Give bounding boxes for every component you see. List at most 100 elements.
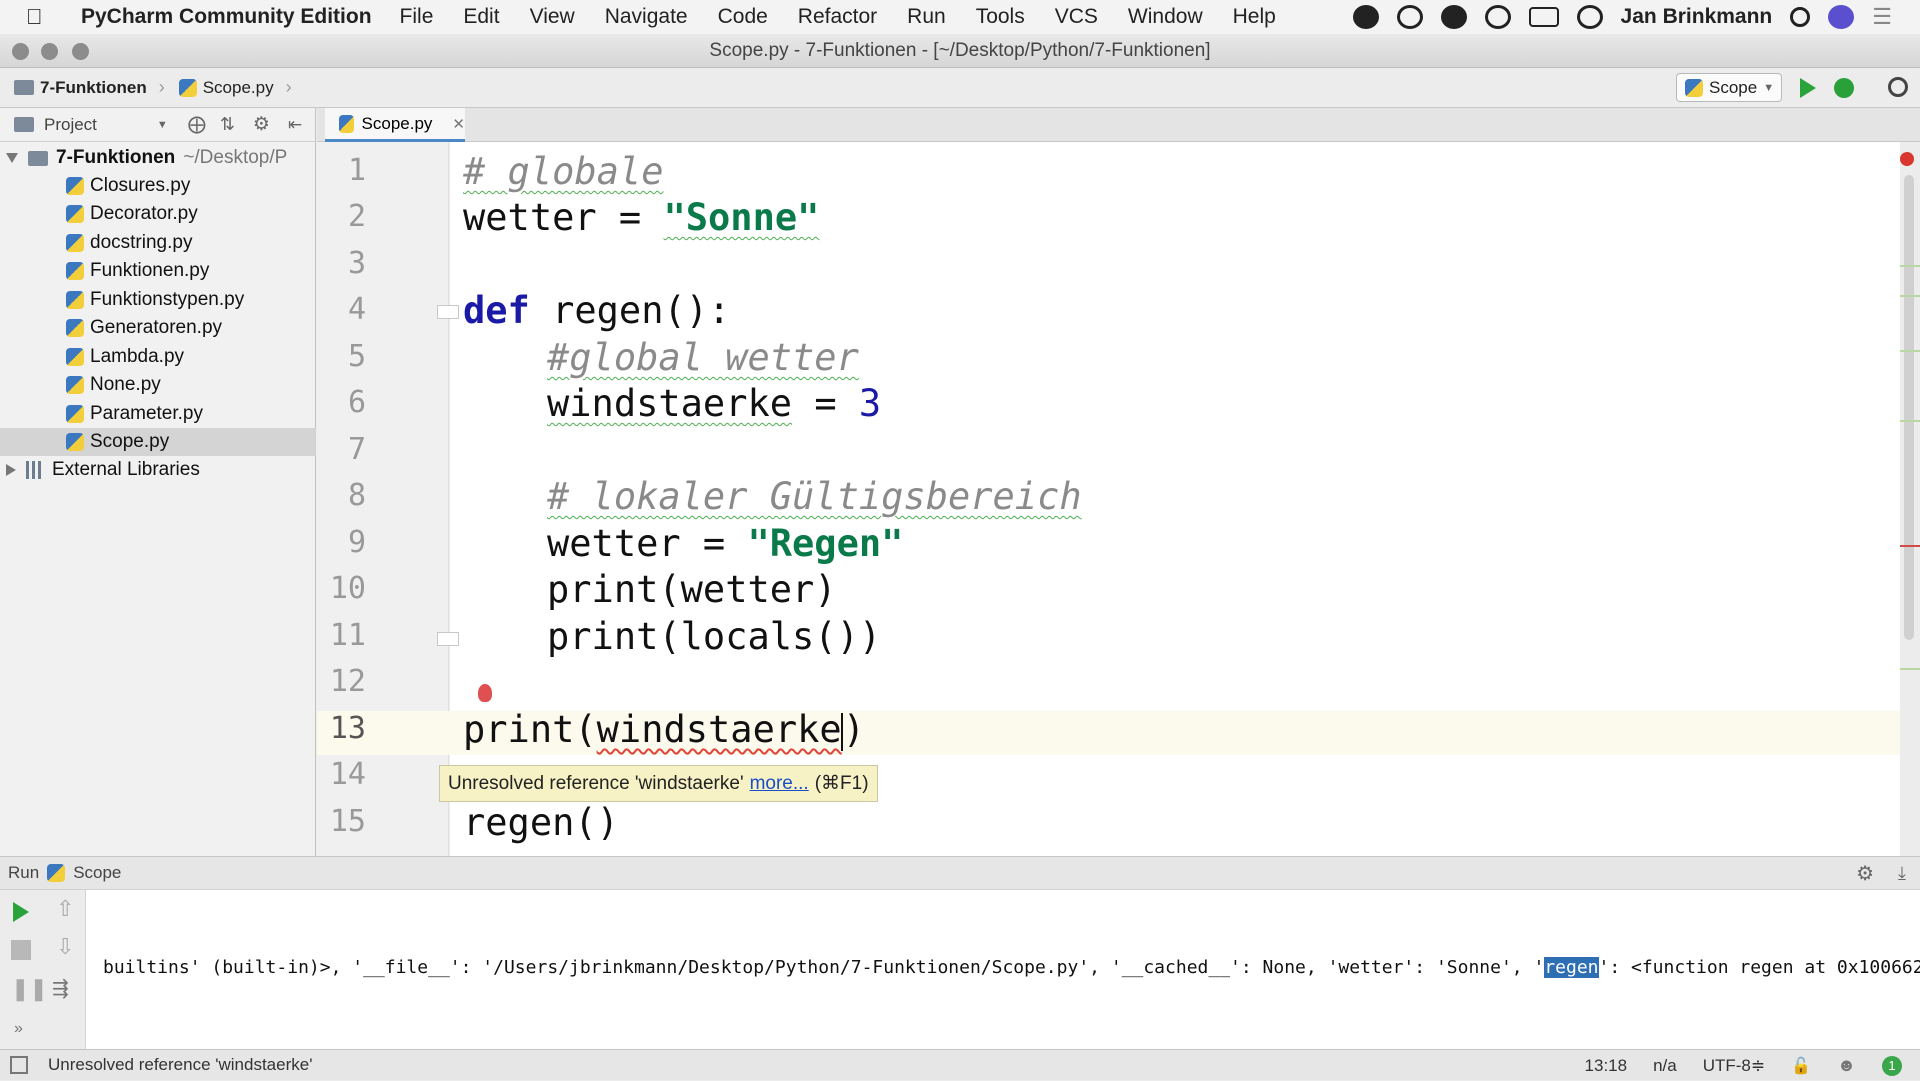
creative-cloud-icon[interactable] xyxy=(1353,5,1379,29)
app-menu[interactable]: PyCharm Community Edition xyxy=(81,5,372,29)
warning-stripe[interactable] xyxy=(1900,420,1920,422)
close-tab-icon[interactable]: ✕ xyxy=(452,115,465,133)
menu-help[interactable]: Help xyxy=(1233,5,1276,29)
line-number: 9 xyxy=(318,525,366,560)
tree-file[interactable]: Parameter.py xyxy=(66,400,203,428)
tree-file[interactable]: docstring.py xyxy=(66,229,192,257)
video-camera-icon[interactable] xyxy=(1529,7,1559,27)
hide-panel-icon[interactable]: ⇤ xyxy=(288,115,302,135)
fold-marker-icon[interactable] xyxy=(437,305,459,319)
tree-file[interactable]: Funktionstypen.py xyxy=(66,286,244,314)
tree-file[interactable]: Decorator.py xyxy=(66,200,198,228)
menu-navigate[interactable]: Navigate xyxy=(605,5,688,29)
menu-code[interactable]: Code xyxy=(718,5,768,29)
breadcrumb-project[interactable]: 7-Funktionen › xyxy=(14,77,165,98)
pause-icon[interactable]: ❚❚ xyxy=(11,976,48,1002)
spotlight-search-icon[interactable] xyxy=(1790,7,1810,27)
caret-position[interactable]: 13:18 xyxy=(1585,1056,1628,1076)
tree-file[interactable]: Closures.py xyxy=(66,172,190,200)
console-selected-text: regen xyxy=(1544,957,1598,978)
window-titlebar: Scope.py - 7-Funktionen - [~/Desktop/Pyt… xyxy=(0,34,1920,68)
run-console[interactable]: builtins' (built-in)>, '__file__': '/Use… xyxy=(86,890,1920,1049)
scroll-down-icon[interactable]: ⇩ xyxy=(56,934,74,960)
toggle-tool-windows-icon[interactable] xyxy=(10,1056,28,1074)
apple-icon[interactable]:  xyxy=(26,4,66,30)
menu-view[interactable]: View xyxy=(530,5,575,29)
leaf-icon[interactable] xyxy=(1441,5,1467,29)
tab-scope-py[interactable]: Scope.py ✕ xyxy=(325,108,465,142)
menu-vcs[interactable]: VCS xyxy=(1055,5,1098,29)
warning-stripe[interactable] xyxy=(1900,295,1920,297)
rerun-icon[interactable] xyxy=(13,902,29,922)
notification-center-icon[interactable]: ☰ xyxy=(1872,4,1892,30)
run-configuration-select[interactable]: Scope ▼ xyxy=(1676,73,1782,102)
gear-icon[interactable]: ⚙ xyxy=(253,113,270,136)
time-machine-icon[interactable] xyxy=(1577,5,1603,29)
fold-marker-icon[interactable] xyxy=(437,632,459,646)
error-token[interactable]: windstaerke xyxy=(597,708,842,751)
external-libraries-label: External Libraries xyxy=(52,459,200,481)
run-panel-label: Run xyxy=(8,863,39,883)
collapse-arrow-icon[interactable] xyxy=(6,464,16,476)
soft-wrap-icon[interactable]: ⇶ xyxy=(52,976,69,1001)
chevron-down-icon[interactable]: ▼ xyxy=(157,119,168,131)
menu-refactor[interactable]: Refactor xyxy=(798,5,877,29)
collapse-all-icon[interactable]: ⇅ xyxy=(220,114,235,135)
line-number: 4 xyxy=(318,292,366,327)
headphones-icon[interactable] xyxy=(1485,5,1511,29)
tree-root-folder[interactable]: 7-Funktionen ~/Desktop/P xyxy=(6,144,316,172)
file-encoding[interactable]: UTF-8≑ xyxy=(1703,1056,1765,1076)
tree-file[interactable]: Generatoren.py xyxy=(66,314,222,342)
expand-arrow-icon[interactable] xyxy=(6,153,18,163)
tree-file[interactable]: None.py xyxy=(66,371,161,399)
code-line-11: print(locals()) xyxy=(547,615,881,658)
gear-icon[interactable]: ⚙ xyxy=(1856,861,1874,886)
menu-window[interactable]: Window xyxy=(1128,5,1203,29)
stop-icon[interactable] xyxy=(11,940,31,960)
locate-icon[interactable]: ⨁ xyxy=(188,114,206,135)
editor-scrollbar[interactable] xyxy=(1904,175,1914,640)
tooltip-more-link[interactable]: more... xyxy=(750,773,809,795)
line-separator[interactable]: n/a xyxy=(1653,1056,1677,1076)
comment-token: #global wetter xyxy=(547,336,859,379)
menu-edit[interactable]: Edit xyxy=(463,5,499,29)
error-stripe[interactable] xyxy=(1900,545,1920,547)
search-everywhere-icon[interactable] xyxy=(1888,77,1908,97)
scroll-up-icon[interactable]: ⇧ xyxy=(56,896,74,922)
tree-file[interactable]: Funktionen.py xyxy=(66,257,209,285)
menu-tools[interactable]: Tools xyxy=(976,5,1025,29)
more-tools-icon[interactable]: » xyxy=(14,1020,23,1038)
tree-file-selected[interactable]: Scope.py xyxy=(0,428,316,456)
user-name[interactable]: Jan Brinkmann xyxy=(1621,5,1773,29)
password-manager-icon[interactable] xyxy=(1397,5,1423,29)
breadcrumb-file[interactable]: Scope.py › xyxy=(179,77,292,98)
file-name: Funktionen.py xyxy=(90,260,209,282)
code-token: ) xyxy=(843,708,865,751)
project-view-icon xyxy=(14,117,34,132)
line-number: 7 xyxy=(318,432,366,467)
console-text: builtins' (built-in)>, '__file__': '/Use… xyxy=(103,957,1544,978)
project-view-select[interactable]: Project xyxy=(44,115,97,135)
tree-external-libraries[interactable]: External Libraries xyxy=(6,456,200,484)
root-folder-name: 7-Funktionen xyxy=(56,147,175,169)
event-log-badge[interactable]: 1 xyxy=(1882,1056,1902,1076)
code-line-8: # lokaler Gültigsbereich xyxy=(547,475,1082,518)
siri-icon[interactable] xyxy=(1828,5,1854,29)
warning-stripe[interactable] xyxy=(1900,350,1920,352)
tree-file[interactable]: Lambda.py xyxy=(66,343,184,371)
warning-stripe[interactable] xyxy=(1900,668,1920,670)
file-name: Funktionstypen.py xyxy=(90,289,244,311)
run-icon[interactable] xyxy=(1800,78,1816,98)
hide-panel-icon[interactable]: ⤓ xyxy=(1898,863,1906,884)
run-tab-scope[interactable]: Scope xyxy=(73,863,121,883)
tooltip-message: Unresolved reference 'windstaerke' xyxy=(448,773,744,795)
code-token: print(wetter) xyxy=(547,568,837,611)
intention-bulb-icon[interactable] xyxy=(478,684,492,702)
menu-run[interactable]: Run xyxy=(907,5,946,29)
warning-stripe[interactable] xyxy=(1900,265,1920,267)
debug-icon[interactable] xyxy=(1834,78,1854,98)
menu-file[interactable]: File xyxy=(400,5,434,29)
error-indicator-icon[interactable] xyxy=(1900,152,1914,166)
inspector-icon[interactable]: ☻ xyxy=(1837,1055,1856,1076)
lock-icon[interactable]: 🔓 xyxy=(1791,1056,1811,1076)
